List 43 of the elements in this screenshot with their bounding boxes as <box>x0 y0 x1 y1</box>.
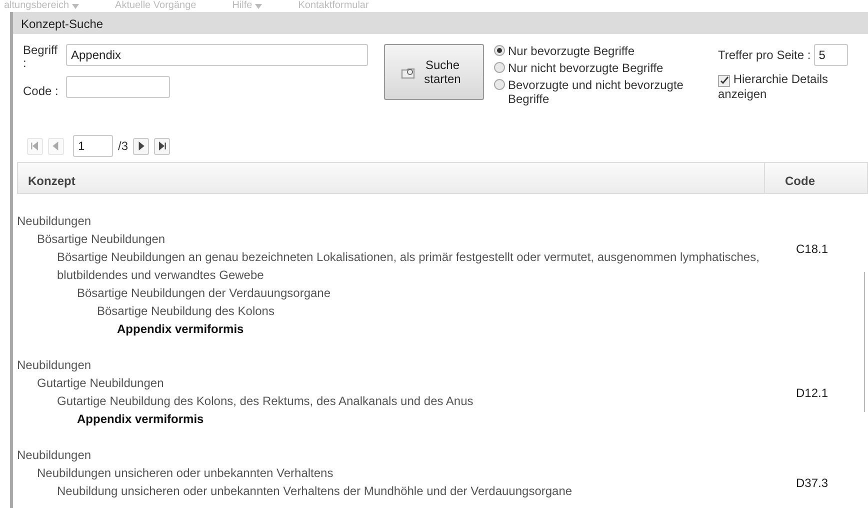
concept-text: Neubildungen <box>17 213 92 230</box>
last-page-button[interactable] <box>154 138 170 154</box>
page-total: /3 <box>118 138 128 155</box>
concept-text: Appendix vermiformis <box>77 411 205 428</box>
skip-start-icon <box>30 141 40 151</box>
concept-text: Bösartige Neubildung des Kolons <box>97 303 276 320</box>
concept-text: Neubildungen unsicheren oder unbekannten Verhaltens <box>37 465 334 482</box>
concept-text: Neubildungen <box>17 357 92 374</box>
radio-button[interactable] <box>494 79 505 90</box>
triangle-right-icon <box>136 141 146 151</box>
concept-text: Gutartige Neubildung des Kolons, des Rektums, des Analkanals und des Anus <box>57 393 474 410</box>
hits-field[interactable]: 5 <box>814 44 848 66</box>
concept-text: Bösartige Neubildungen an genau bezeichneten Lokalisationen, als primär festgestellt oder vermutet, ausgenommen lymphatisches, blutbildendes und verwandtes Gewebe <box>57 249 760 284</box>
radio-option[interactable]: Bevorzugte und nicht bevorzugte Begriffe <box>494 78 684 106</box>
field-label: Begriff : <box>23 44 58 70</box>
search-button[interactable]: Suche starten <box>384 44 484 100</box>
concept-text: Appendix vermiformis <box>117 321 245 338</box>
field-label: Code : <box>23 85 60 98</box>
concept-text: Neubildung unsicheren oder unbekannten Verhaltens der Mundhöhle und der Verdauungsorgane <box>57 483 574 500</box>
next-page-button[interactable] <box>133 138 150 154</box>
column-header: Konzept <box>18 163 765 193</box>
concept-text: Bösartige Neubildungen <box>37 231 166 248</box>
radio-button[interactable] <box>494 45 505 56</box>
code-text: C18.1 <box>796 242 828 256</box>
concept-text: Bösartige Neubildungen der Verdauungsorgane <box>77 285 332 302</box>
term-field[interactable]: Appendix <box>66 44 368 66</box>
column-header: Code <box>784 173 816 190</box>
dialog-title: Konzept-Suche <box>21 17 104 31</box>
concept-text: Neubildungen <box>17 447 92 464</box>
concept-text: Gutartige Neubildungen <box>37 375 165 392</box>
code-text: D37.3 <box>796 476 828 490</box>
scrollbar[interactable] <box>864 272 868 412</box>
code-field[interactable] <box>66 76 170 98</box>
checkmark-icon <box>720 76 728 85</box>
field-label: Treffer pro Seite : <box>718 47 811 64</box>
code-text: D12.1 <box>796 386 828 400</box>
radio-option[interactable]: Nur bevorzugte Begriffe <box>494 44 684 58</box>
page-field[interactable]: 1 <box>73 135 113 157</box>
radio-option[interactable]: Nur nicht bevorzugte Begriffe <box>494 61 684 75</box>
skip-end-icon <box>157 141 168 151</box>
triangle-left-icon <box>51 141 61 151</box>
radio-button[interactable] <box>494 62 505 73</box>
hierarchy-checkbox[interactable]: Hierarchie Details anzeigen <box>718 72 858 100</box>
